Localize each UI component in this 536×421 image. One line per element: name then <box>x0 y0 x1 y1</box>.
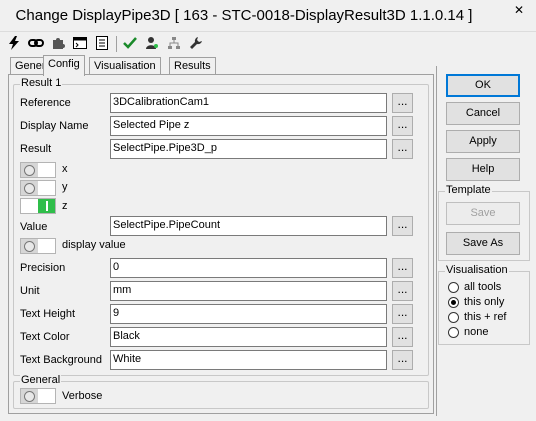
text-background-browse-button[interactable]: ... <box>392 350 413 370</box>
console-icon[interactable] <box>72 35 88 51</box>
verbose-label: Verbose <box>62 390 103 402</box>
network-icon[interactable] <box>166 35 182 51</box>
title-bar: Change DisplayPipe3D [ 163 - STC-0018-Di… <box>0 0 536 32</box>
display-value-toggle[interactable] <box>20 238 56 254</box>
radio-none-button[interactable] <box>448 327 459 338</box>
reference-field[interactable]: 3DCalibrationCam1 <box>110 93 387 113</box>
general-legend: General <box>20 374 62 386</box>
puzzle-icon[interactable] <box>50 35 66 51</box>
ok-button[interactable]: OK <box>446 74 520 97</box>
y-toggle[interactable] <box>20 180 56 196</box>
radio-this-plus-ref-label: this + ref <box>464 311 507 323</box>
lightning-icon[interactable] <box>6 35 22 51</box>
result1-legend: Result 1 <box>20 77 63 89</box>
value-field[interactable]: SelectPipe.PipeCount <box>110 216 387 236</box>
unit-browse-button[interactable]: ... <box>392 281 413 301</box>
wrench-icon[interactable] <box>188 35 204 51</box>
text-color-browse-button[interactable]: ... <box>392 327 413 347</box>
x-label: x <box>62 163 68 175</box>
value-browse-button[interactable]: ... <box>392 216 413 236</box>
reference-browse-button[interactable]: ... <box>392 93 413 113</box>
visualisation-legend: Visualisation <box>445 264 509 276</box>
close-button[interactable]: ✕ <box>508 1 530 19</box>
unit-field[interactable]: mm <box>110 281 387 301</box>
check-icon[interactable] <box>122 35 138 51</box>
window-title: Change DisplayPipe3D [ 163 - STC-0018-Di… <box>15 7 473 24</box>
camera-user-icon[interactable] <box>144 35 160 51</box>
display-name-browse-button[interactable]: ... <box>392 116 413 136</box>
precision-field[interactable]: 0 <box>110 258 387 278</box>
display-name-label: Display Name <box>20 120 89 132</box>
general-group: General Verbose <box>13 374 429 409</box>
text-background-field[interactable]: White <box>110 350 387 370</box>
link-icon[interactable] <box>28 35 44 51</box>
apply-button[interactable]: Apply <box>446 130 520 153</box>
result-field[interactable]: SelectPipe.Pipe3D_p <box>110 139 387 159</box>
display-value-label: display value <box>62 239 126 251</box>
save-as-button[interactable]: Save As <box>446 232 520 255</box>
x-toggle[interactable] <box>20 162 56 178</box>
text-color-field[interactable]: Black <box>110 327 387 347</box>
right-panel-divider <box>436 66 437 416</box>
radio-this-only-button[interactable] <box>448 297 459 308</box>
text-height-label: Text Height <box>20 308 76 320</box>
result-label: Result <box>20 143 52 155</box>
tab-config[interactable]: Config <box>43 55 85 76</box>
display-name-field[interactable]: Selected Pipe z <box>110 116 387 136</box>
visualisation-group: Visualisation all tools this only this +… <box>438 264 530 345</box>
toolbar <box>6 33 226 53</box>
help-button[interactable]: Help <box>446 158 520 181</box>
text-height-field[interactable]: 9 <box>110 304 387 324</box>
result-browse-button[interactable]: ... <box>392 139 413 159</box>
radio-all-tools-button[interactable] <box>448 282 459 293</box>
toolbar-separator <box>116 36 117 52</box>
text-height-browse-button[interactable]: ... <box>392 304 413 324</box>
precision-browse-button[interactable]: ... <box>392 258 413 278</box>
y-label: y <box>62 181 68 193</box>
template-legend: Template <box>445 184 492 196</box>
radio-this-only-label: this only <box>464 296 505 308</box>
cancel-button[interactable]: Cancel <box>446 102 520 125</box>
z-toggle[interactable] <box>20 198 56 214</box>
unit-label: Unit <box>20 285 40 297</box>
template-group: Template Save Save As <box>438 184 530 261</box>
list-icon[interactable] <box>94 35 110 51</box>
config-panel: Result 1 Reference 3DCalibrationCam1 ...… <box>8 74 434 414</box>
radio-none-label: none <box>464 326 489 338</box>
text-color-label: Text Color <box>20 331 70 343</box>
result1-group: Result 1 Reference 3DCalibrationCam1 ...… <box>13 77 429 376</box>
radio-all-tools-label: all tools <box>464 281 502 293</box>
tab-results[interactable]: Results <box>169 57 216 75</box>
reference-label: Reference <box>20 97 71 109</box>
precision-label: Precision <box>20 262 66 274</box>
save-button[interactable]: Save <box>446 202 520 225</box>
verbose-toggle[interactable] <box>20 388 56 404</box>
tab-visualisation[interactable]: Visualisation <box>89 57 161 75</box>
z-label: z <box>62 200 68 212</box>
text-background-label: Text Background <box>20 354 102 366</box>
value-label: Value <box>20 221 48 233</box>
radio-this-plus-ref-button[interactable] <box>448 312 459 323</box>
